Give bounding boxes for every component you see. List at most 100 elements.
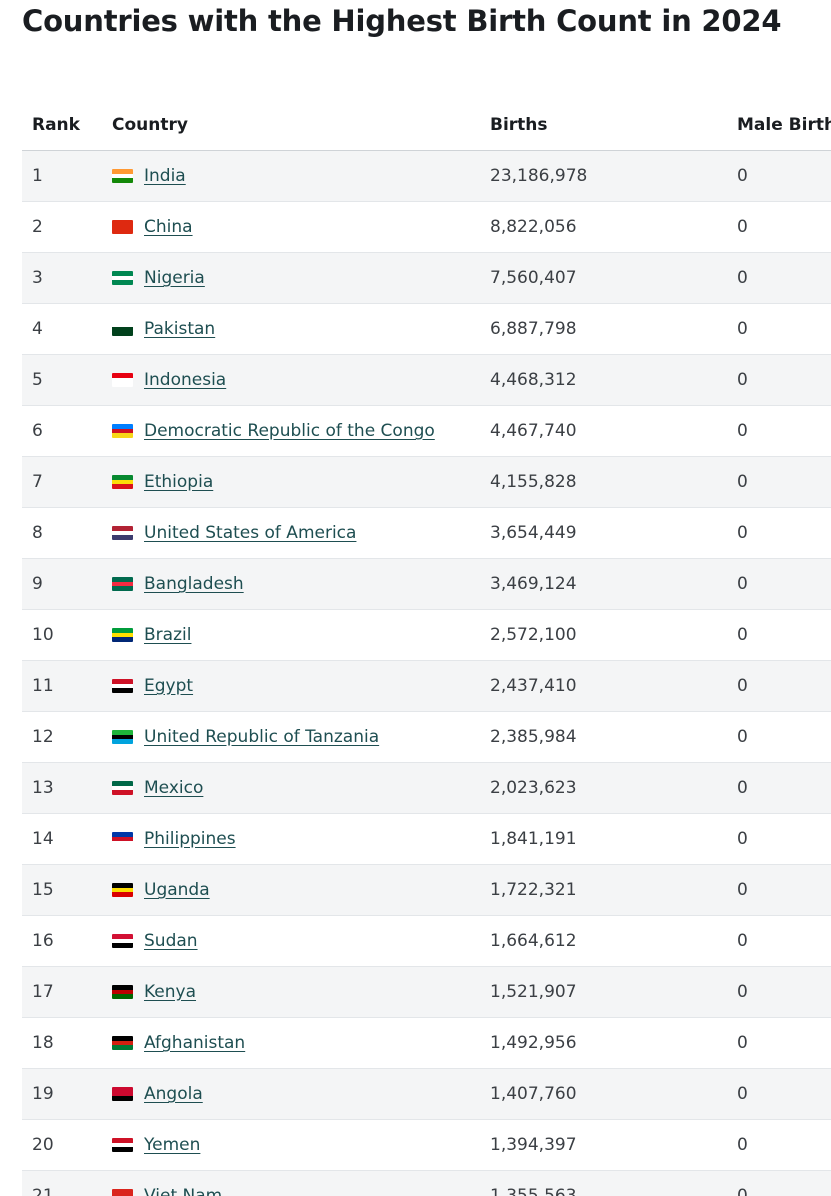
table-row: 11 Egypt 2,437,410 0	[22, 660, 831, 712]
country-link[interactable]: Angola	[144, 1084, 203, 1104]
births-cell: 1,521,907	[490, 966, 737, 1018]
country-link[interactable]: Afghanistan	[144, 1033, 245, 1053]
header-rank[interactable]: Rank	[22, 100, 102, 151]
country-cell: Angola	[102, 1068, 490, 1120]
country-cell: United States of America	[102, 507, 490, 559]
table-row: 19 Angola 1,407,760 0	[22, 1068, 831, 1120]
country-link[interactable]: Mexico	[144, 778, 203, 798]
country-cell-content: Yemen	[112, 1135, 490, 1155]
country-link[interactable]: Kenya	[144, 982, 196, 1002]
table-header: Rank Country Births Male Births	[22, 100, 831, 151]
country-link[interactable]: Philippines	[144, 829, 236, 849]
country-link[interactable]: United Republic of Tanzania	[144, 727, 379, 747]
flag-icon	[112, 730, 133, 744]
country-link[interactable]: Indonesia	[144, 370, 226, 390]
flag-icon	[112, 1138, 133, 1152]
country-link[interactable]: Sudan	[144, 931, 198, 951]
country-cell: Pakistan	[102, 303, 490, 355]
rank-cell: 13	[22, 762, 102, 814]
male-births-cell: 0	[737, 456, 831, 508]
flag-icon	[112, 322, 133, 336]
table-row: 6 Democratic Republic of the Congo 4,467…	[22, 405, 831, 457]
births-cell: 3,654,449	[490, 507, 737, 559]
country-link[interactable]: Brazil	[144, 625, 191, 645]
male-births-cell: 0	[737, 1017, 831, 1069]
male-births-cell: 0	[737, 609, 831, 661]
country-cell-content: Bangladesh	[112, 574, 490, 594]
rank-cell: 14	[22, 813, 102, 865]
country-link[interactable]: Bangladesh	[144, 574, 244, 594]
table-row: 20 Yemen 1,394,397 0	[22, 1119, 831, 1171]
page-title: Countries with the Highest Birth Count i…	[22, 4, 782, 38]
births-cell: 1,355,563	[490, 1170, 737, 1196]
male-births-cell: 0	[737, 711, 831, 763]
country-cell: Ethiopia	[102, 456, 490, 508]
header-births[interactable]: Births	[490, 100, 737, 151]
header-male-births[interactable]: Male Births	[737, 100, 831, 151]
country-link[interactable]: Ethiopia	[144, 472, 213, 492]
country-link[interactable]: United States of America	[144, 523, 356, 543]
flag-icon	[112, 781, 133, 795]
country-cell-content: Afghanistan	[112, 1033, 490, 1053]
male-births-cell: 0	[737, 762, 831, 814]
flag-icon	[112, 475, 133, 489]
country-link[interactable]: Viet Nam	[144, 1186, 222, 1196]
births-cell: 7,560,407	[490, 252, 737, 304]
country-link[interactable]: Nigeria	[144, 268, 205, 288]
table-row: 18 Afghanistan 1,492,956 0	[22, 1017, 831, 1069]
male-births-cell: 0	[737, 201, 831, 253]
male-births-cell: 0	[737, 966, 831, 1018]
rank-cell: 11	[22, 660, 102, 712]
births-cell: 4,468,312	[490, 354, 737, 406]
country-cell-content: China	[112, 217, 490, 237]
births-cell: 4,467,740	[490, 405, 737, 457]
rank-cell: 4	[22, 303, 102, 355]
births-cell: 3,469,124	[490, 558, 737, 610]
births-cell: 8,822,056	[490, 201, 737, 253]
flag-icon	[112, 679, 133, 693]
rank-cell: 18	[22, 1017, 102, 1069]
country-cell: Kenya	[102, 966, 490, 1018]
country-cell: Indonesia	[102, 354, 490, 406]
country-cell-content: Philippines	[112, 829, 490, 849]
flag-icon	[112, 934, 133, 948]
table-row: 12 United Republic of Tanzania 2,385,984…	[22, 711, 831, 763]
flag-icon	[112, 628, 133, 642]
header-country[interactable]: Country	[102, 100, 490, 151]
country-link[interactable]: India	[144, 166, 186, 186]
country-cell: Brazil	[102, 609, 490, 661]
births-cell: 1,722,321	[490, 864, 737, 916]
flag-icon	[112, 220, 133, 234]
country-cell: Democratic Republic of the Congo	[102, 405, 490, 457]
country-link[interactable]: Yemen	[144, 1135, 200, 1155]
births-cell: 23,186,978	[490, 150, 737, 202]
table-row: 10 Brazil 2,572,100 0	[22, 609, 831, 661]
flag-icon	[112, 832, 133, 846]
births-cell: 1,394,397	[490, 1119, 737, 1171]
table-row: 17 Kenya 1,521,907 0	[22, 966, 831, 1018]
rank-cell: 19	[22, 1068, 102, 1120]
births-table: Rank Country Births Male Births 1 India …	[22, 100, 831, 1196]
country-link[interactable]: Uganda	[144, 880, 210, 900]
country-link[interactable]: China	[144, 217, 193, 237]
table-row: 5 Indonesia 4,468,312 0	[22, 354, 831, 406]
country-cell: Yemen	[102, 1119, 490, 1171]
country-cell-content: Kenya	[112, 982, 490, 1002]
country-cell: Viet Nam	[102, 1170, 490, 1196]
country-cell-content: Ethiopia	[112, 472, 490, 492]
country-cell-content: Indonesia	[112, 370, 490, 390]
country-link[interactable]: Pakistan	[144, 319, 215, 339]
male-births-cell: 0	[737, 507, 831, 559]
table-row: 4 Pakistan 6,887,798 0	[22, 303, 831, 355]
table-row: 7 Ethiopia 4,155,828 0	[22, 456, 831, 508]
table-row: 8 United States of America 3,654,449 0	[22, 507, 831, 559]
country-link[interactable]: Egypt	[144, 676, 193, 696]
country-cell-content: Angola	[112, 1084, 490, 1104]
country-link[interactable]: Democratic Republic of the Congo	[144, 421, 435, 441]
table-row: 1 India 23,186,978 0	[22, 150, 831, 202]
births-cell: 2,437,410	[490, 660, 737, 712]
births-cell: 1,841,191	[490, 813, 737, 865]
births-cell: 1,492,956	[490, 1017, 737, 1069]
rank-cell: 1	[22, 150, 102, 202]
flag-icon	[112, 883, 133, 897]
